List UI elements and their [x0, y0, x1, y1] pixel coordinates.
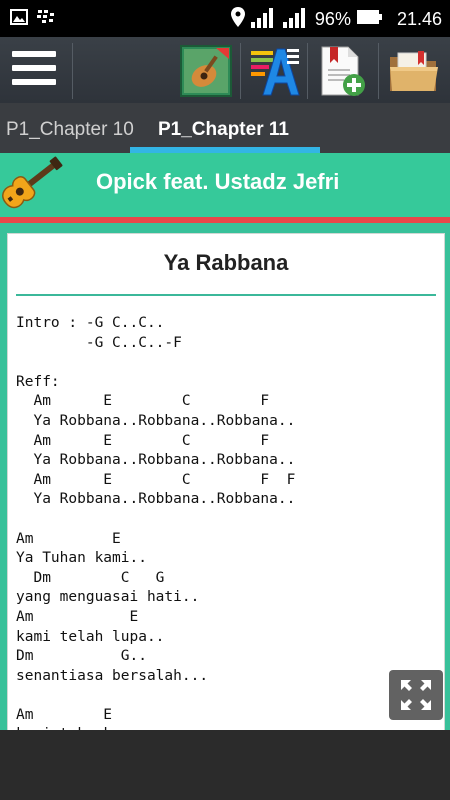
guitar-icon: [0, 155, 70, 222]
song-title: Ya Rabbana: [163, 250, 289, 275]
add-bookmark-icon[interactable]: [316, 45, 368, 97]
signal-icon: [250, 6, 277, 33]
artist-banner: Opick feat. Ustadz Jefri: [0, 153, 450, 217]
divider: [240, 43, 241, 99]
image-icon: [10, 9, 28, 30]
title-divider: [16, 294, 436, 296]
bbm-icon: [36, 9, 56, 30]
tab-chapter-11[interactable]: P1_Chapter 11: [158, 119, 289, 141]
status-bar: 96% 21.46: [0, 0, 450, 37]
expand-icon: [401, 680, 431, 710]
fullscreen-button[interactable]: [389, 670, 443, 720]
clock: 21.46: [396, 9, 442, 29]
hamburger-menu-icon[interactable]: [12, 51, 56, 89]
font-size-icon[interactable]: [249, 45, 301, 97]
signal-icon: [282, 6, 309, 33]
divider: [307, 43, 308, 99]
tab-chapter-10[interactable]: P1_Chapter 10: [6, 119, 134, 141]
chapter-tabs: P1_Chapter 10 P1_Chapter 11: [0, 103, 450, 153]
location-icon: [230, 7, 245, 32]
battery-icon: [356, 9, 383, 30]
divider: [378, 43, 379, 99]
folder-icon[interactable]: [388, 45, 440, 97]
divider: [72, 43, 73, 99]
toolbar: [0, 37, 450, 103]
chord-lyrics: Intro : -G C..C.. -G C..C..-F Reff: Am E…: [16, 315, 296, 731]
lyrics-card[interactable]: Ya Rabbana Intro : -G C..C.. -G C..C..-F…: [7, 233, 445, 732]
guitar-app-icon[interactable]: [180, 45, 232, 97]
bottom-bar: [0, 730, 450, 800]
battery-percent: 96%: [314, 9, 351, 29]
artist-title: Opick feat. Ustadz Jefri: [96, 169, 340, 194]
